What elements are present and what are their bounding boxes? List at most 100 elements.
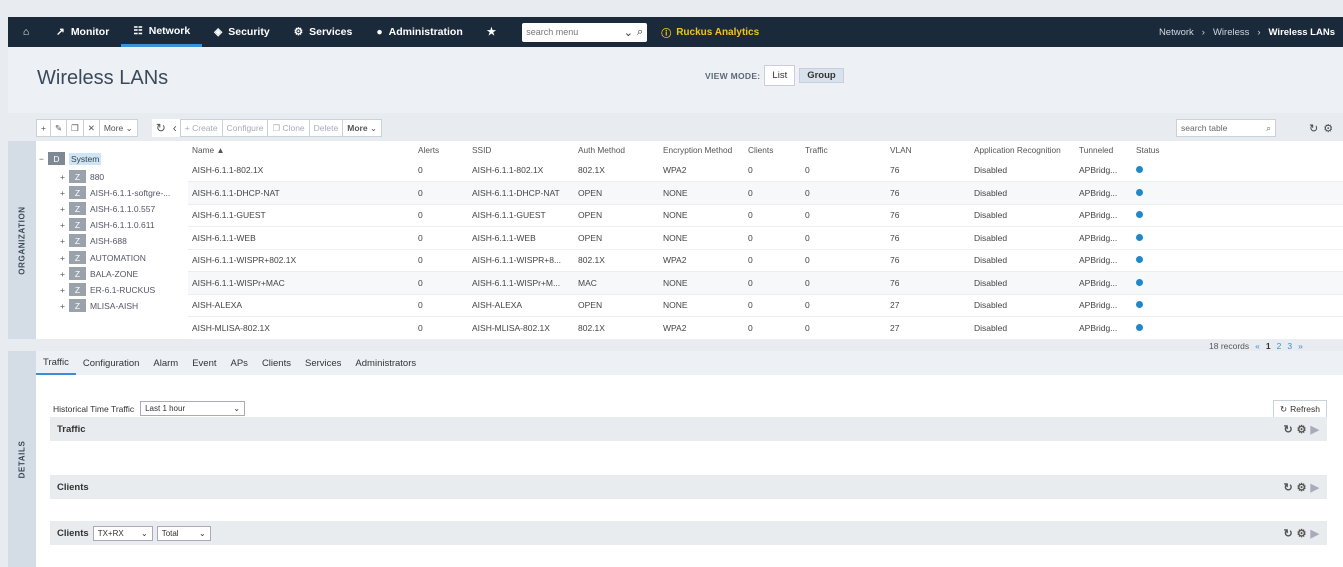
expand-icon[interactable]: + xyxy=(60,236,65,246)
expand-icon[interactable]: + xyxy=(60,172,65,182)
table-search-input[interactable]: search table ⌕ xyxy=(1176,119,1276,137)
column-header[interactable]: Auth Method xyxy=(574,141,659,159)
column-header[interactable]: Clients xyxy=(744,141,801,159)
clone-button[interactable]: ❐ Clone xyxy=(267,119,310,137)
traffic-panel[interactable]: Traffic ↻ ⚙ ▶ xyxy=(50,417,1327,441)
clients-panel[interactable]: Clients ↻ ⚙ ▶ xyxy=(50,475,1327,499)
tab-clients[interactable]: Clients xyxy=(255,351,298,375)
expand-icon[interactable]: + xyxy=(60,188,65,198)
column-header[interactable]: SSID xyxy=(468,141,574,159)
edit-icon[interactable]: ✎ xyxy=(49,119,68,137)
table-row[interactable]: AISH-6.1.1-WEB 0 AISH-6.1.1-WEB OPEN NONE 0 0 7… xyxy=(188,226,1343,250)
column-header[interactable]: Application Recognition xyxy=(970,141,1075,159)
favorites-star-icon[interactable]: ★ xyxy=(475,17,508,47)
page-1[interactable]: 1 xyxy=(1266,341,1271,351)
nav-services[interactable]: ⚙ Services xyxy=(282,17,365,47)
details-sidebar[interactable]: DETAILS xyxy=(8,351,36,567)
gear-icon[interactable]: ⚙ xyxy=(1323,122,1333,135)
configure-button[interactable]: Configure xyxy=(221,119,269,137)
table-row[interactable]: AISH-6.1.1-GUEST 0 AISH-6.1.1-GUEST OPEN NON… xyxy=(188,204,1343,227)
tab-administrators[interactable]: Administrators xyxy=(348,351,423,375)
table-row[interactable]: AISH-6.1.1-DHCP-NAT 0 AISH-6.1.1-DHCP-NAT O… xyxy=(188,181,1343,205)
play-icon[interactable]: ▶ xyxy=(1311,423,1319,436)
tree-item[interactable]: + Z AISH-6.1.1.0.557 xyxy=(60,202,155,215)
table-row[interactable]: AISH-6.1.1-802.1X 0 AISH-6.1.1-802.1X 802.1… xyxy=(188,159,1343,182)
copy-icon[interactable]: ❐ xyxy=(66,119,84,137)
gear-icon[interactable]: ⚙ xyxy=(1297,527,1307,540)
expand-icon[interactable]: + xyxy=(60,285,65,295)
tree-item[interactable]: + Z ER-6.1-RUCKUS xyxy=(60,283,155,296)
table-row[interactable]: AISH-ALEXA 0 AISH-ALEXA OPEN NONE 0 0 27 Disable… xyxy=(188,294,1343,317)
search-icon[interactable]: ⌕ xyxy=(1266,123,1271,134)
tree-item[interactable]: + Z 880 xyxy=(60,170,104,183)
play-icon[interactable]: ▶ xyxy=(1311,527,1319,540)
collapse-icon[interactable]: − xyxy=(39,154,44,164)
expand-icon[interactable]: + xyxy=(60,204,65,214)
column-header[interactable]: Status xyxy=(1132,141,1343,159)
table-more-button[interactable]: More ⌄ xyxy=(342,119,383,137)
tab-aps[interactable]: APs xyxy=(224,351,255,375)
clients-total-select[interactable]: Total ⌄ xyxy=(156,525,211,541)
nav-network[interactable]: ☷ Network xyxy=(121,17,203,47)
tree-item[interactable]: + Z AISH-688 xyxy=(60,234,127,247)
column-header[interactable]: VLAN xyxy=(886,141,970,159)
ruckus-analytics-link[interactable]: ⓘ Ruckus Analytics xyxy=(661,25,759,40)
gear-icon[interactable]: ⚙ xyxy=(1297,481,1307,494)
clients-direction-select[interactable]: TX+RX ⌄ xyxy=(92,525,153,541)
create-button[interactable]: + Create xyxy=(179,119,223,137)
nav-monitor[interactable]: ↗ Monitor xyxy=(44,17,121,47)
tree-root-system[interactable]: − D System xyxy=(39,152,102,165)
expand-icon[interactable]: + xyxy=(60,269,65,279)
search-icon[interactable]: ⌕ xyxy=(637,26,643,39)
column-header[interactable]: Encryption Method xyxy=(659,141,744,159)
view-mode-list[interactable]: List xyxy=(764,65,796,86)
add-group-icon[interactable]: + xyxy=(36,119,51,137)
column-header[interactable]: Tunneled xyxy=(1075,141,1132,159)
menu-search-input[interactable]: search menu ⌄ ⌕ xyxy=(522,22,648,42)
page-2[interactable]: 2 xyxy=(1277,341,1282,351)
refresh-icon[interactable]: ↻ xyxy=(1283,423,1292,436)
tab-alarm[interactable]: Alarm xyxy=(146,351,185,375)
expand-icon[interactable]: + xyxy=(60,253,65,263)
tree-item[interactable]: + Z AUTOMATION xyxy=(60,251,146,264)
play-icon[interactable]: ▶ xyxy=(1311,481,1319,494)
tab-event[interactable]: Event xyxy=(185,351,223,375)
nav-administration[interactable]: ● Administration xyxy=(364,17,474,47)
delete-button[interactable]: Delete xyxy=(308,119,344,137)
table-row[interactable]: AISH-MLISA-802.1X 0 AISH-MLISA-802.1X 802.1… xyxy=(188,316,1343,340)
view-mode-group[interactable]: Group xyxy=(799,68,844,83)
time-range-select[interactable]: Last 1 hour ⌄ xyxy=(140,401,246,416)
column-header[interactable]: Name ▲ xyxy=(188,141,414,159)
expand-icon[interactable]: + xyxy=(60,220,65,230)
tab-configuration[interactable]: Configuration xyxy=(76,351,147,375)
refresh-tree-icon[interactable]: ↻ xyxy=(151,119,170,137)
tree-more-button[interactable]: More ⌄ xyxy=(98,119,138,137)
expand-icon[interactable]: + xyxy=(60,301,65,311)
nav-security[interactable]: ◈ Security xyxy=(202,17,282,47)
tree-item[interactable]: + Z AISH-6.1.1-softgre-... xyxy=(60,186,170,199)
breadcrumb-network[interactable]: Network xyxy=(1159,27,1194,38)
page-next[interactable]: » xyxy=(1298,341,1303,351)
page-prev[interactable]: « xyxy=(1255,341,1260,351)
clients-chart-panel[interactable]: Clients TX+RX ⌄ Total ⌄ ↻ ⚙ ▶ xyxy=(50,521,1327,545)
chevron-down-icon[interactable]: ⌄ xyxy=(624,26,633,39)
page-3[interactable]: 3 xyxy=(1287,341,1292,351)
tab-traffic[interactable]: Traffic xyxy=(36,351,76,375)
refresh-button[interactable]: ↻ Refresh xyxy=(1273,400,1327,418)
tree-item[interactable]: + Z BALA-ZONE xyxy=(60,267,138,280)
gear-icon[interactable]: ⚙ xyxy=(1297,423,1307,436)
tree-item[interactable]: + Z AISH-6.1.1.0.611 xyxy=(60,218,155,231)
organization-sidebar[interactable]: ORGANIZATION xyxy=(8,141,36,339)
home-icon[interactable]: ⌂ xyxy=(8,17,44,47)
table-row[interactable]: AISH-6.1.1-WISPR+802.1X 0 AISH-6.1.1-WISPR… xyxy=(188,249,1343,272)
refresh-icon[interactable]: ↻ xyxy=(1309,122,1318,135)
breadcrumb-wireless[interactable]: Wireless xyxy=(1213,27,1249,38)
table-row[interactable]: AISH-6.1.1-WISPr+MAC 0 AISH-6.1.1-WISPr+M.… xyxy=(188,271,1343,295)
refresh-icon[interactable]: ↻ xyxy=(1283,481,1292,494)
refresh-icon[interactable]: ↻ xyxy=(1283,527,1292,540)
tab-services[interactable]: Services xyxy=(298,351,348,375)
delete-group-icon[interactable]: ✕ xyxy=(82,119,100,137)
column-header[interactable]: Alerts xyxy=(414,141,468,159)
tree-item[interactable]: + Z MLISA-AISH xyxy=(60,299,138,312)
column-header[interactable]: Traffic xyxy=(801,141,886,159)
